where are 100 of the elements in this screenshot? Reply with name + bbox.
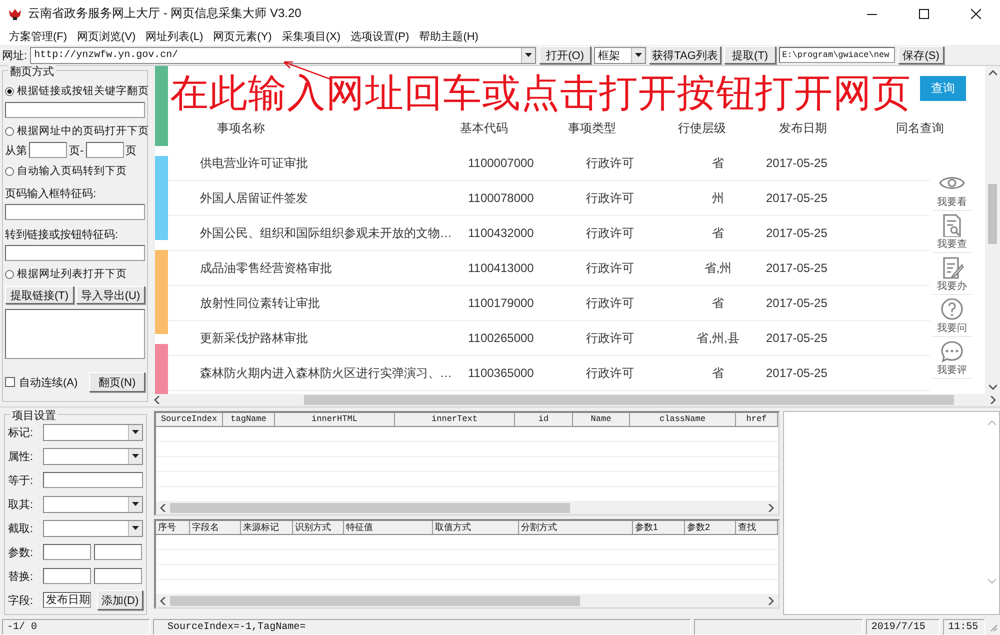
item-link[interactable]: 外国公民、组织和国际组织参观未开放的文物… — [200, 224, 468, 242]
save-button[interactable]: 保存(S) — [898, 46, 944, 64]
button[interactable]: 导入导出(U) — [76, 286, 145, 304]
scrollbar-thumb[interactable] — [170, 596, 580, 606]
item-link[interactable]: 森林防火期内进入森林防火区进行实弹演习、… — [200, 364, 468, 382]
menu-item[interactable]: 采集项目(X) — [276, 28, 346, 44]
table-cell-text: 1100413000 — [468, 261, 535, 275]
column-header[interactable]: 参数1 — [633, 521, 685, 534]
scrollbar[interactable] — [156, 595, 778, 607]
status-text: SourceIndex=-1,TagName= — [152, 618, 691, 634]
open-button[interactable]: 打开(O) — [539, 46, 592, 64]
item-link[interactable]: 成品油零售经营资格审批 — [200, 260, 468, 276]
address-field[interactable]: http://ynzwfw.yn.gov.cn/ — [30, 46, 536, 64]
dropdown[interactable] — [43, 448, 143, 464]
chat-icon — [938, 339, 966, 363]
item-link[interactable]: 供电营业许可证审批 — [200, 154, 468, 172]
item-link[interactable]: 外国人居留证件签发 — [200, 190, 468, 206]
scroll-up-icon — [988, 420, 996, 426]
frame-dropdown[interactable]: 框架 — [594, 46, 646, 64]
close-icon — [971, 8, 981, 18]
table-cell-text: 行政许可 — [586, 330, 635, 346]
item-link[interactable]: 放射性同位素转让审批 — [200, 294, 468, 312]
column-header[interactable]: 来源标记 — [241, 521, 293, 534]
table-cell-text: 2017-05-25 — [766, 191, 828, 205]
scrollbar[interactable] — [985, 66, 1000, 394]
text-area[interactable] — [5, 309, 145, 359]
column-header: 发布日期 — [779, 120, 828, 137]
add-button[interactable]: 添加(D) — [97, 590, 143, 610]
scrollbar[interactable] — [156, 502, 778, 514]
column-header[interactable]: 参数2 — [685, 521, 736, 534]
column-header[interactable]: 识别方式 — [293, 521, 344, 534]
input-field[interactable] — [5, 204, 145, 220]
input-field[interactable] — [94, 544, 142, 560]
column-header[interactable]: 查找 — [736, 521, 778, 534]
field-label: 标记: — [8, 426, 34, 440]
column-header[interactable]: 分割方式 — [519, 521, 633, 534]
input-field[interactable] — [43, 472, 143, 488]
column-header[interactable]: 序号 — [156, 521, 190, 534]
tool-link[interactable]: 我要看 — [932, 169, 972, 211]
menu-item[interactable]: 方案管理(F) — [4, 28, 72, 44]
table-cell-text: 1100432000 — [468, 226, 535, 240]
column-header[interactable]: href — [736, 413, 778, 426]
scrollbar[interactable] — [150, 394, 1000, 406]
menu-item[interactable]: 网页浏览(V) — [72, 28, 141, 44]
radio-button[interactable]: 自动输入页码转到下页 — [5, 163, 127, 179]
dropdown[interactable] — [43, 520, 143, 536]
button[interactable]: 提取链接(T) — [5, 286, 74, 304]
scrollbar-thumb[interactable] — [170, 503, 570, 513]
table-cell-text: 1100179000 — [468, 296, 535, 310]
tool-link[interactable]: 我要评 — [932, 337, 972, 379]
input-field[interactable] — [5, 102, 145, 118]
field-label: 转到链接或按钮特征码: — [5, 228, 120, 242]
tool-link[interactable]: 我要查 — [932, 211, 972, 253]
radio-button[interactable]: 根据链接或按钮关键字翻页 — [5, 83, 149, 99]
column-header[interactable]: Name — [573, 413, 630, 426]
group-title: 项目设置 — [10, 408, 58, 423]
dropdown-arrow-icon — [132, 454, 139, 458]
checkbox[interactable]: 自动连续(A) — [5, 374, 78, 390]
input-field[interactable]: 发布日期 — [43, 592, 91, 608]
tool-link[interactable]: 我要问 — [932, 295, 972, 337]
column-header[interactable]: 取值方式 — [433, 521, 519, 534]
tool-link[interactable]: 我要办 — [932, 253, 972, 295]
input-field[interactable] — [29, 142, 67, 158]
input-field[interactable] — [43, 568, 91, 584]
field-label: 替换: — [8, 570, 34, 584]
scrollbar-thumb[interactable] — [988, 184, 997, 244]
dropdown[interactable] — [43, 496, 143, 512]
radio-button[interactable]: 根据网址中的页码打开下页 — [5, 123, 149, 139]
menu-item[interactable]: 网页元素(Y) — [208, 28, 277, 44]
column-header[interactable]: innerText — [395, 413, 515, 426]
table-cell-text: 行政许可 — [586, 294, 635, 312]
column-header[interactable]: id — [515, 413, 573, 426]
next-page-button[interactable]: 翻页(N) — [89, 372, 145, 392]
column-header[interactable]: tagName — [223, 413, 275, 426]
column-header[interactable]: className — [630, 413, 736, 426]
item-link[interactable]: 更新采伐护路林审批 — [200, 330, 468, 346]
input-field[interactable] — [86, 142, 124, 158]
column-header[interactable]: innerHTML — [275, 413, 395, 426]
input-field[interactable] — [94, 568, 142, 584]
column-header: 基本代码 — [460, 120, 509, 137]
extract-button[interactable]: 提取(T) — [724, 46, 776, 64]
scroll-left-icon — [160, 504, 166, 512]
column-header[interactable]: SourceIndex — [156, 413, 223, 426]
dropdown[interactable] — [43, 424, 143, 440]
input-field[interactable] — [5, 245, 145, 261]
input-field[interactable] — [43, 544, 91, 560]
tag-list-button[interactable]: 获得TAG列表 — [649, 46, 722, 64]
path-field[interactable]: E:\program\gwiace\new — [779, 47, 896, 63]
dropdown-arrow-icon — [132, 430, 139, 434]
menu-item[interactable]: 帮助主题(H) — [414, 28, 484, 44]
radio-button[interactable]: 根据网址列表打开下页 — [5, 266, 127, 282]
menu-item[interactable]: 网址列表(L) — [140, 28, 208, 44]
menu-item[interactable]: 选项设置(P) — [346, 28, 414, 44]
column-header[interactable]: 字段名 — [190, 521, 241, 534]
annotation-text: 在此输入网址回车或点击打开按钮打开网页 — [170, 73, 911, 115]
column-header[interactable]: 特征值 — [344, 521, 433, 534]
field-label: 页 — [126, 144, 137, 158]
scrollbar-thumb[interactable] — [304, 395, 954, 405]
column-header: 行使层级 — [678, 120, 727, 137]
table-cell-text: 2017-05-25 — [766, 366, 828, 380]
